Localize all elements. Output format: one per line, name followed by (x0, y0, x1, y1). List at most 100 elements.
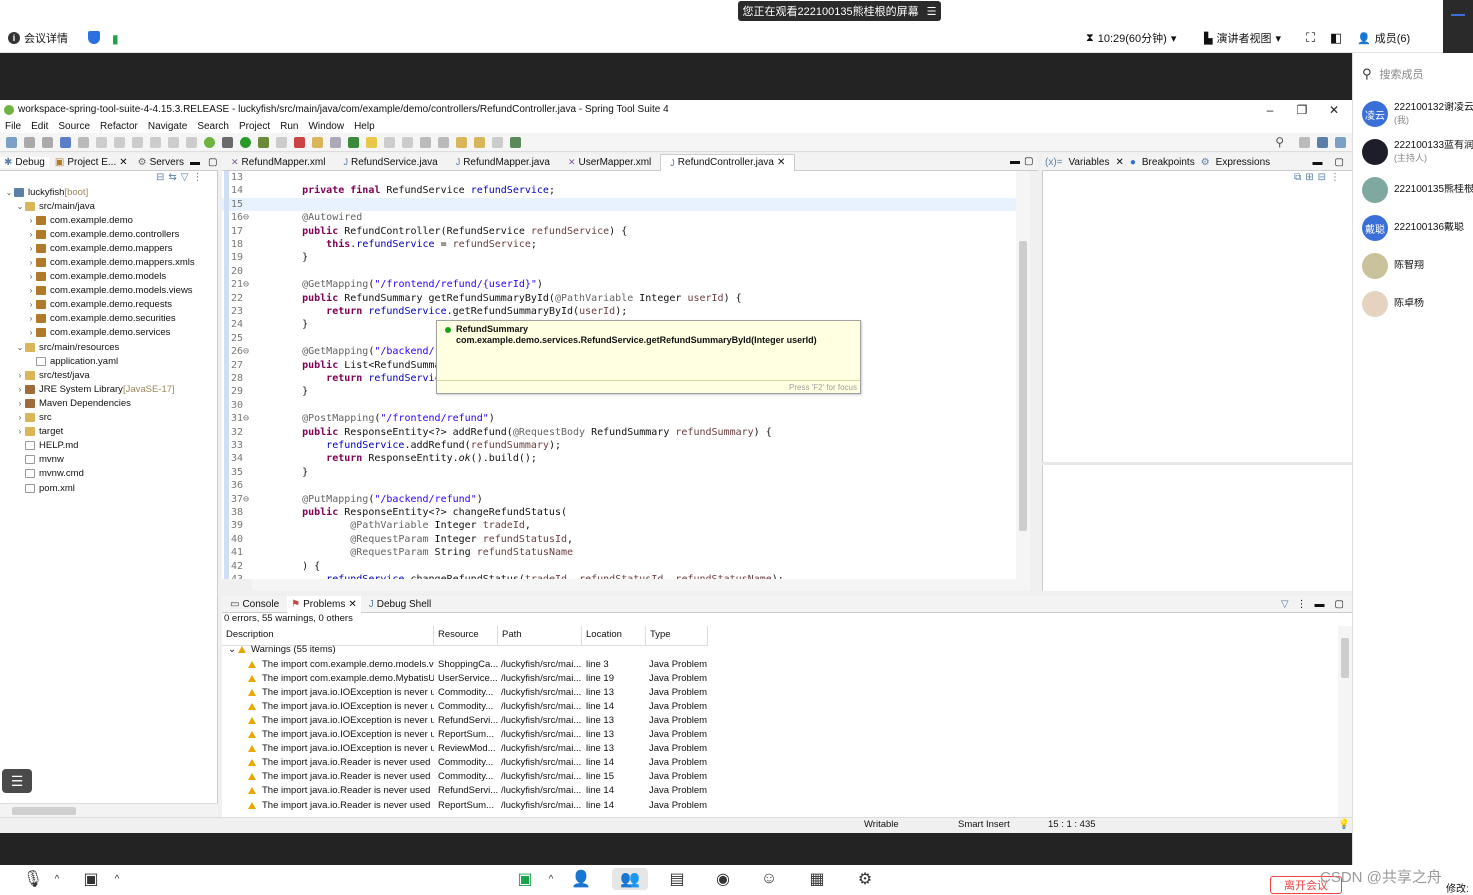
problem-row[interactable]: The import java.io.IOException is never … (222, 714, 1338, 728)
close-icon[interactable]: ✕ (348, 599, 356, 610)
invite-icon[interactable]: 👤 (570, 868, 592, 890)
chevron-right-icon[interactable]: › (26, 244, 36, 253)
code-line[interactable]: 23 return refundService.getRefundSummary… (222, 305, 1030, 318)
show-whitespace-icon[interactable] (402, 136, 413, 148)
debug-view-icon[interactable] (60, 136, 71, 148)
suspend-icon[interactable] (114, 136, 125, 148)
editor-tab[interactable]: ✕ UserMapper.xml (559, 154, 660, 171)
code-line[interactable]: 20 (222, 265, 1030, 278)
tab-variables[interactable]: Variables (1069, 157, 1110, 168)
menu-source[interactable]: Source (53, 121, 95, 132)
highlight-icon[interactable] (366, 136, 377, 148)
chevron-down-icon[interactable]: ⌄ (228, 644, 236, 655)
search-icon[interactable]: ⚲ (1275, 135, 1284, 149)
next-annotation-icon[interactable] (420, 136, 431, 148)
chevron-right-icon[interactable]: › (15, 371, 25, 380)
problem-row[interactable]: The import java.io.IOException is never … (222, 728, 1338, 742)
share-screen-icon[interactable]: ▣ (514, 868, 536, 890)
sidebar-icon[interactable]: ◧ (1330, 30, 1342, 46)
chevron-up-icon[interactable]: ^ (540, 868, 562, 890)
code-line[interactable]: 13 (222, 171, 1030, 184)
menu-refactor[interactable]: Refactor (95, 121, 143, 132)
javadoc-hover-tooltip[interactable]: RefundSummary com.example.demo.services.… (436, 320, 861, 394)
chevron-down-icon[interactable]: ⌄ (15, 202, 25, 211)
warnings-group-row[interactable]: ⌄ Warnings (55 items) (222, 643, 1338, 657)
tree-item[interactable]: mvnw (0, 453, 218, 467)
code-line[interactable]: 36 (222, 479, 1030, 492)
code-line[interactable]: 42 ) { (222, 560, 1030, 573)
member-search[interactable]: ⚲ 搜索成员 (1362, 62, 1470, 86)
tree-item[interactable]: HELP.md (0, 439, 218, 453)
new-icon[interactable] (6, 136, 17, 148)
chevron-right-icon[interactable]: › (26, 314, 36, 323)
step-over-icon[interactable] (168, 136, 179, 148)
editor-tab[interactable]: J RefundService.java (334, 154, 446, 171)
minimize-view-icon[interactable]: ▬ (1315, 599, 1325, 610)
member-item[interactable]: 陈智翔 (1362, 250, 1473, 282)
problem-row[interactable]: The import java.io.Reader is never used C… (222, 770, 1338, 784)
tree-item[interactable]: › com.example.demo.mappers (0, 241, 218, 255)
code-line[interactable]: 15 (222, 197, 1030, 212)
menu-navigate[interactable]: Navigate (143, 121, 192, 132)
tree-item[interactable]: › com.example.demo.models (0, 270, 218, 284)
scrollbar-thumb[interactable] (12, 807, 76, 815)
code-line[interactable]: 14 private final RefundService refundSer… (222, 184, 1030, 197)
scrollbar-thumb[interactable] (1341, 638, 1349, 678)
save-icon[interactable] (24, 136, 35, 148)
save-all-icon[interactable] (42, 136, 53, 148)
code-line[interactable]: 32 public ResponseEntity<?> addRefund(@R… (222, 426, 1030, 439)
problem-row[interactable]: The import java.io.Reader is never used R… (222, 784, 1338, 798)
editor-horizontal-scrollbar[interactable] (252, 579, 1030, 591)
code-line[interactable]: 21⊖ @GetMapping("/frontend/refund/{userI… (222, 278, 1030, 291)
code-line[interactable]: 17 public RefundController(RefundService… (222, 225, 1030, 238)
tree-item[interactable]: application.yaml (0, 354, 218, 368)
maximize-view-icon[interactable]: ▢ (1335, 157, 1344, 168)
maximize-view-icon[interactable]: ▢ (1024, 156, 1033, 167)
close-icon[interactable]: ✕ (1115, 157, 1123, 168)
coverage-icon[interactable] (258, 136, 269, 148)
tree-item[interactable]: ⌄ src/main/resources (0, 340, 218, 354)
chevron-down-icon[interactable]: ⌄ (4, 188, 14, 197)
tree-item[interactable]: ⌄ src/main/java (0, 199, 218, 213)
chevron-right-icon[interactable]: › (15, 413, 25, 422)
editor-tab[interactable]: ✕ RefundMapper.xml (222, 154, 334, 171)
last-edit-icon[interactable] (456, 136, 467, 148)
menu-window[interactable]: Window (303, 121, 349, 132)
pin-editor-icon[interactable] (510, 136, 521, 148)
chevron-right-icon[interactable]: › (26, 272, 36, 281)
explorer-horizontal-scrollbar[interactable] (0, 803, 218, 817)
fullscreen-icon[interactable]: ⛶ (1306, 30, 1315, 46)
member-item[interactable]: 戴聪 222100136戴聪 (1362, 212, 1473, 244)
back-icon[interactable] (474, 136, 485, 148)
tree-item[interactable]: › com.example.demo.services (0, 326, 218, 340)
stop-icon[interactable] (276, 136, 287, 148)
code-line[interactable]: 34 return ResponseEntity.ok().build(); (222, 452, 1030, 465)
chevron-right-icon[interactable]: › (26, 300, 36, 309)
run-icon[interactable] (240, 136, 251, 148)
skip-breakpoints-icon[interactable] (78, 136, 89, 148)
debug-icon[interactable] (222, 136, 233, 148)
menu-file[interactable]: File (0, 121, 26, 132)
maximize-view-icon[interactable]: ▢ (208, 157, 217, 168)
tree-item[interactable]: › src/test/java (0, 368, 218, 382)
window-close-button[interactable]: ✕ (1324, 100, 1344, 119)
chevron-up-icon[interactable]: ^ (106, 868, 128, 890)
microphone-muted-icon[interactable]: 🎙 (22, 868, 44, 890)
menu-project[interactable]: Project (234, 121, 275, 132)
maximize-view-icon[interactable]: ▢ (1335, 599, 1344, 610)
code-line[interactable]: 38 public ResponseEntity<?> changeRefund… (222, 506, 1030, 519)
viewing-banner[interactable]: 您正在观看222100135熊桂根的屏幕 ☰ (738, 1, 941, 21)
tree-item[interactable]: › JRE System Library [JavaSE-17] (0, 382, 218, 396)
meeting-details-button[interactable]: i 会议详情 (8, 30, 68, 46)
view-menu-icon[interactable]: ⋮ (1297, 599, 1307, 610)
chevron-right-icon[interactable]: › (15, 385, 25, 394)
code-line[interactable]: 37⊖ @PutMapping("/backend/refund") (222, 493, 1030, 506)
open-task-icon[interactable] (330, 136, 341, 148)
presenter-view-button[interactable]: ▙ 演讲者视图 ▾ (1204, 30, 1281, 46)
code-line[interactable]: 16⊖ @Autowired (222, 211, 1030, 224)
explorer-toolbar[interactable]: ⊟⇆▽⋮ (156, 172, 206, 183)
member-item[interactable]: 222100135熊桂根 (1362, 174, 1473, 206)
menu-help[interactable]: Help (349, 121, 380, 132)
block-selection-icon[interactable] (384, 136, 395, 148)
tree-item[interactable]: › com.example.demo.requests (0, 298, 218, 312)
